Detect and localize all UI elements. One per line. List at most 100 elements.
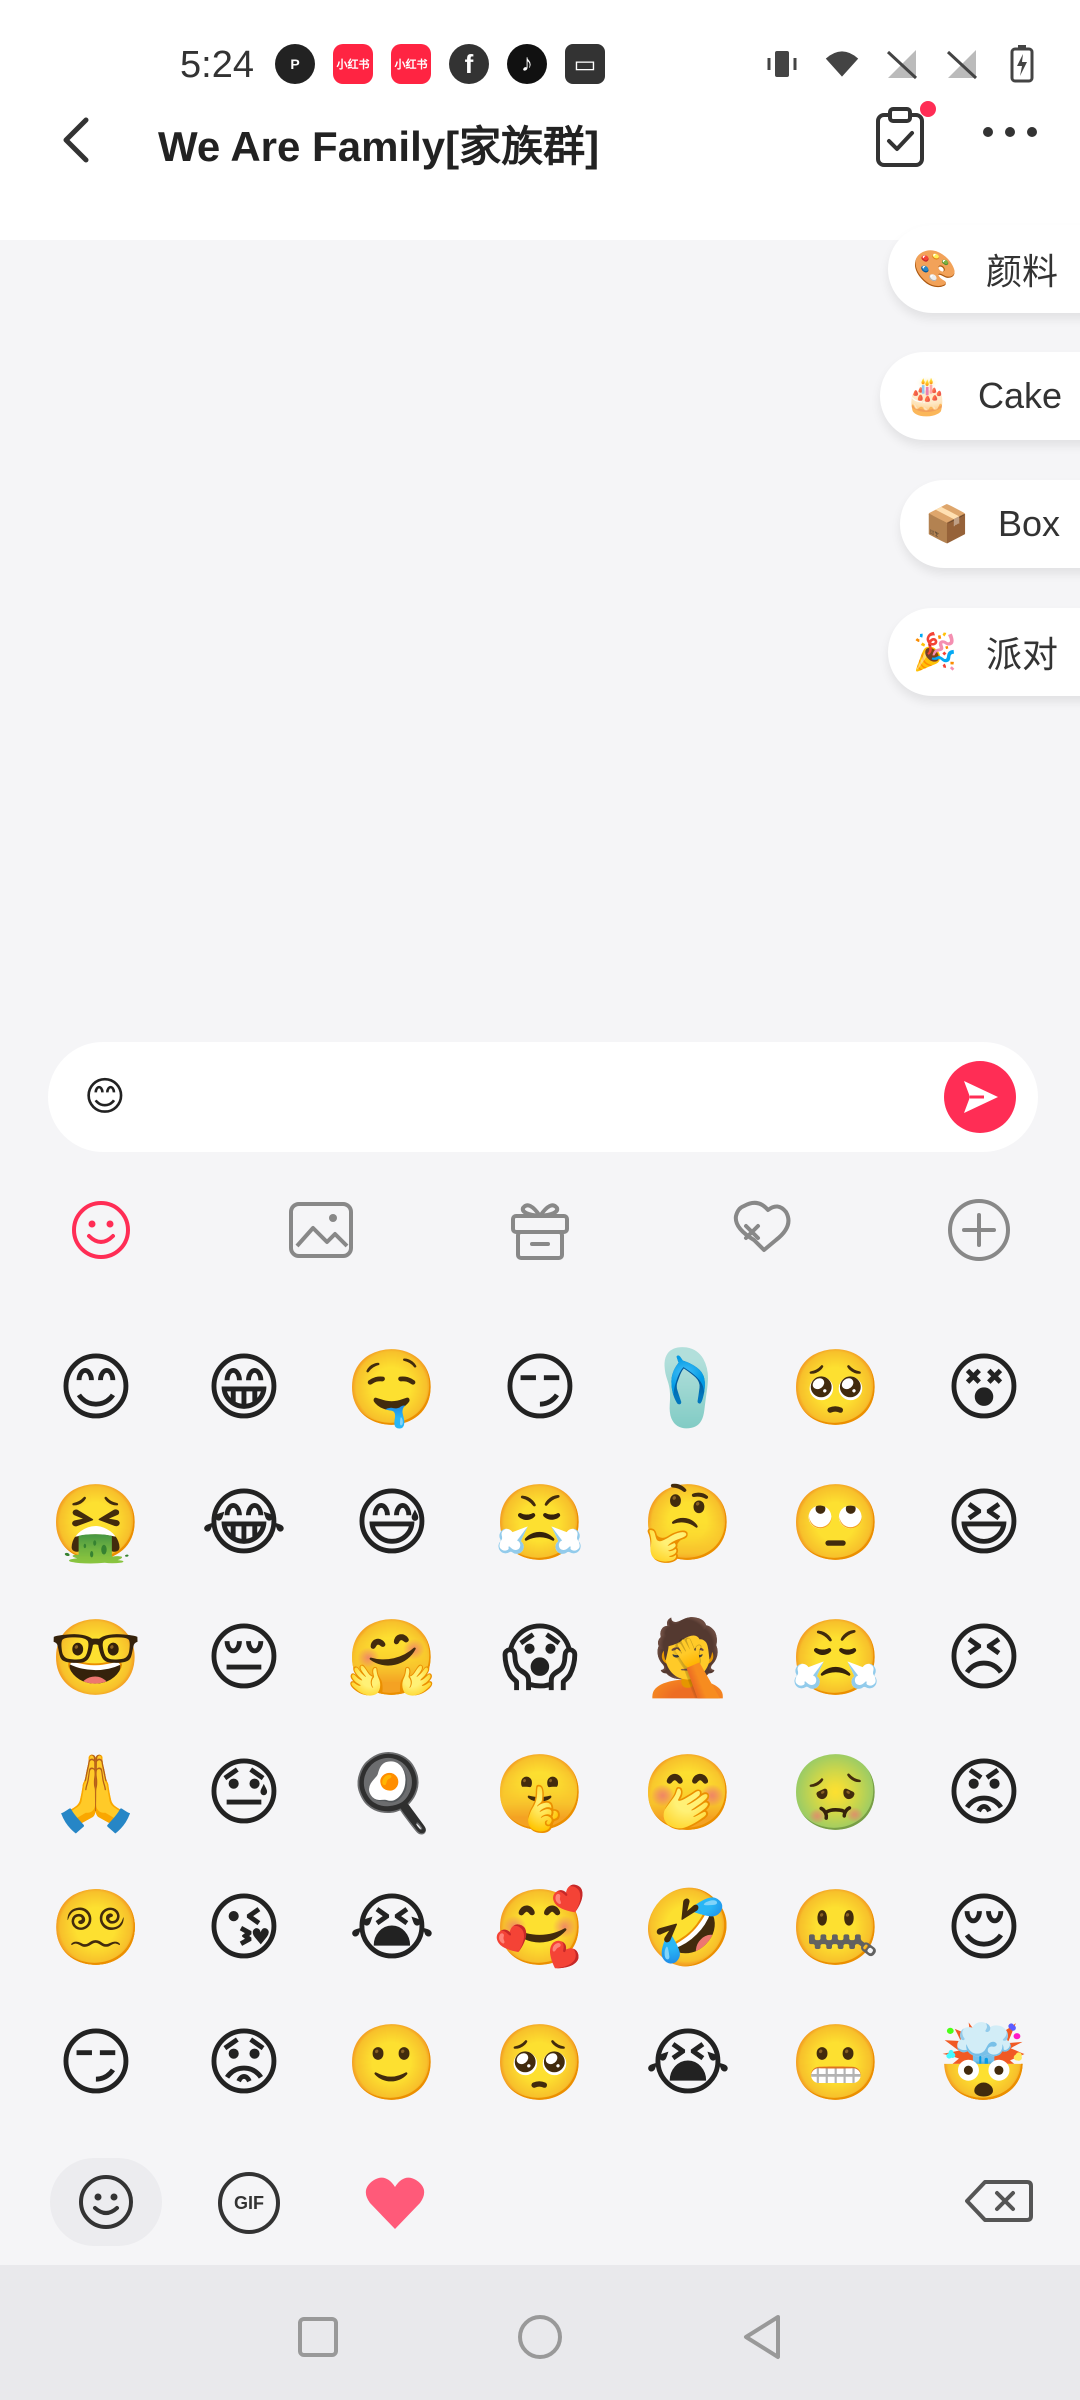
wallet-icon: ▭: [565, 44, 605, 84]
chat-title[interactable]: We Are Family[家族群]: [158, 113, 599, 174]
heart-icon: [365, 2177, 425, 2229]
emoji-item[interactable]: 🤦: [640, 1610, 736, 1706]
emoji-item[interactable]: 😁: [196, 1340, 292, 1436]
emoji-item[interactable]: 😂: [196, 1475, 292, 1571]
system-nav-bar: [0, 2265, 1080, 2400]
emoji-item[interactable]: 🤫: [492, 1745, 588, 1841]
more-horizontal-icon: [983, 127, 1037, 137]
more-button[interactable]: [980, 117, 1040, 147]
clipboard-check-icon: [876, 107, 924, 167]
emoji-item[interactable]: 🍳: [344, 1745, 440, 1841]
xhs-label: 小红书: [336, 59, 370, 71]
status-time: 5:24: [180, 44, 254, 86]
task-button[interactable]: [870, 101, 936, 170]
paint-icon: 🎨: [912, 248, 958, 289]
emoji-tool[interactable]: [66, 1195, 136, 1265]
compose-toolbar: [0, 1195, 1080, 1275]
emoji-item[interactable]: 🙂: [344, 2015, 440, 2111]
emoji-item[interactable]: 🤣: [640, 1880, 736, 1976]
image-icon: [289, 1202, 353, 1258]
backspace-icon: [965, 2180, 1033, 2222]
emoji-item[interactable]: 😊: [48, 1340, 144, 1436]
emoji-item[interactable]: 🤐: [788, 1880, 884, 1976]
emoji-category-tab[interactable]: [50, 2158, 162, 2246]
emoji-item[interactable]: 🤯: [936, 2015, 1032, 2111]
delete-button[interactable]: [965, 2178, 1033, 2224]
gift-icon: [511, 1203, 569, 1260]
suggestion-pill-box[interactable]: 📦 Box: [900, 480, 1080, 568]
box-icon: 📦: [924, 503, 970, 544]
emoji-item[interactable]: 🙄: [788, 1475, 884, 1571]
emoji-item[interactable]: 😣: [936, 1610, 1032, 1706]
input-text: 😊: [84, 1075, 126, 1119]
back-button[interactable]: [52, 110, 102, 170]
emoji-item[interactable]: 🤭: [640, 1745, 736, 1841]
emoji-item[interactable]: 🥺: [788, 1340, 884, 1436]
smile-icon: [79, 2175, 133, 2229]
send-button[interactable]: [944, 1061, 1016, 1133]
suggestion-label: Cake: [978, 375, 1063, 416]
recent-apps-button[interactable]: [298, 2317, 338, 2357]
vibrate-icon: [764, 46, 800, 82]
suggestion-label: 派对: [986, 634, 1059, 675]
emoji-item[interactable]: 😓: [196, 1745, 292, 1841]
message-input[interactable]: 😊: [48, 1042, 1038, 1152]
wallet-label: ▭: [573, 50, 597, 78]
emoji-item[interactable]: 😏: [492, 1340, 588, 1436]
emoji-item[interactable]: 😔: [196, 1610, 292, 1706]
heart-category-tab[interactable]: [362, 2170, 428, 2236]
emoji-item[interactable]: 🤮: [48, 1475, 144, 1571]
gif-category-tab[interactable]: GIF: [218, 2172, 280, 2234]
back-nav-button[interactable]: [740, 2313, 784, 2361]
emoji-item[interactable]: 😤: [788, 1610, 884, 1706]
voice-icon: [733, 1200, 791, 1252]
emoji-item[interactable]: 🩴: [640, 1340, 736, 1436]
emoji-item[interactable]: 😘: [196, 1880, 292, 1976]
send-icon: [964, 1081, 998, 1113]
emoji-item[interactable]: 🤤: [344, 1340, 440, 1436]
home-button[interactable]: [518, 2315, 562, 2359]
plus-tool[interactable]: [944, 1195, 1014, 1265]
suggestion-pill-party[interactable]: 🎉 派对: [888, 608, 1080, 696]
smile-icon: [72, 1201, 130, 1259]
suggestion-pill-paint[interactable]: 🎨 颜料: [888, 225, 1080, 313]
tiktok-icon: ♪: [507, 44, 547, 84]
gift-tool[interactable]: [505, 1195, 575, 1265]
emoji-item[interactable]: 😱: [492, 1610, 588, 1706]
emoji-item[interactable]: 😅: [344, 1475, 440, 1571]
cake-icon: 🎂: [904, 375, 950, 416]
emoji-item[interactable]: 🤗: [344, 1610, 440, 1706]
emoji-item[interactable]: 😡: [936, 1745, 1032, 1841]
emoji-item[interactable]: 😏: [48, 2015, 144, 2111]
emoji-item[interactable]: 😤: [492, 1475, 588, 1571]
tiktok-label: ♪: [521, 50, 533, 77]
xiaohongshu-icon: 小红书: [333, 44, 373, 84]
image-tool[interactable]: [286, 1195, 356, 1265]
emoji-item[interactable]: 😭: [344, 1880, 440, 1976]
emoji-item[interactable]: 🥺: [492, 2015, 588, 2111]
emoji-item[interactable]: 😵‍💫: [48, 1880, 144, 1976]
emoji-item[interactable]: 🤓: [48, 1610, 144, 1706]
p-app-label: P: [290, 56, 300, 72]
party-popper-icon: 🎉: [912, 631, 958, 672]
plus-circle-icon: [948, 1199, 1010, 1261]
suggestion-label: 颜料: [986, 251, 1059, 292]
emoji-item[interactable]: 😌: [936, 1880, 1032, 1976]
suggestion-pill-cake[interactable]: 🎂 Cake: [880, 352, 1080, 440]
emoji-item[interactable]: 🙏: [48, 1745, 144, 1841]
voice-tool[interactable]: [724, 1195, 794, 1265]
emoji-item[interactable]: 😟: [196, 2015, 292, 2111]
notification-icons: P 小红书 小红书 f ♪ ▭: [275, 44, 605, 84]
emoji-item[interactable]: 😵: [936, 1340, 1032, 1436]
chat-header: We Are Family[家族群]: [0, 95, 1080, 240]
p-app-icon: P: [275, 44, 315, 84]
emoji-item[interactable]: 😭: [640, 2015, 736, 2111]
emoji-item[interactable]: 🤔: [640, 1475, 736, 1571]
battery-charging-icon: [1004, 45, 1040, 83]
facebook-icon: f: [449, 44, 489, 84]
emoji-item[interactable]: 🤢: [788, 1745, 884, 1841]
emoji-item[interactable]: 😬: [788, 2015, 884, 2111]
emoji-item[interactable]: 😆: [936, 1475, 1032, 1571]
emoji-item[interactable]: 🥰: [492, 1880, 588, 1976]
signal-off-icon-2: [944, 46, 980, 82]
